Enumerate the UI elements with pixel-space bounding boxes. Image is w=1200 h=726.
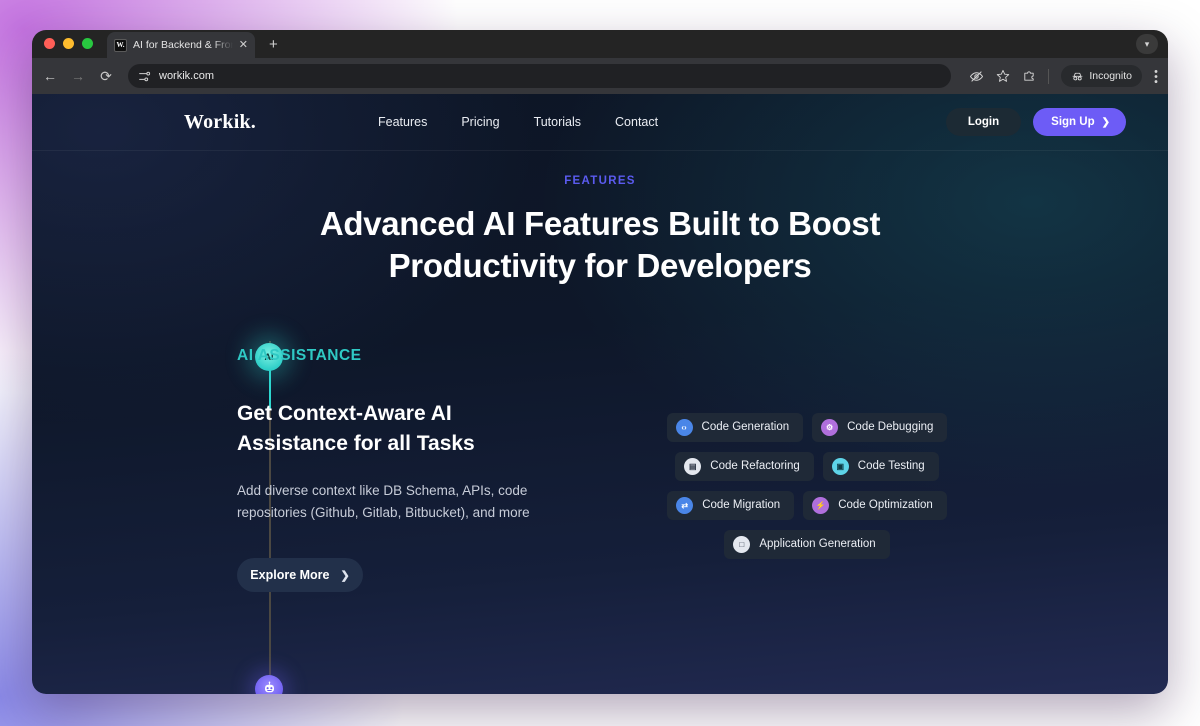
page-title: Advanced AI Features Built to Boost Prod… <box>32 203 1168 287</box>
pill-code-optimization[interactable]: ⚡ Code Optimization <box>803 490 947 520</box>
incognito-indicator[interactable]: Incognito <box>1061 65 1142 87</box>
feature-pill-row: ▤ Code Refactoring ▣ Code Testing <box>657 451 957 481</box>
tab-title: AI for Backend & Frontend Co <box>133 39 233 51</box>
site-header: Workik. Features Pricing Tutorials Conta… <box>32 94 1168 151</box>
tab-favicon-icon: W. <box>114 38 127 52</box>
pill-label: Application Generation <box>759 538 876 551</box>
pill-label: Code Generation <box>701 421 790 434</box>
site-logo[interactable]: Workik. <box>184 111 344 134</box>
nav-item-pricing[interactable]: Pricing <box>461 115 499 129</box>
pill-code-testing[interactable]: ▣ Code Testing <box>822 451 939 481</box>
back-arrow-icon[interactable]: ← <box>42 68 58 84</box>
feature-section-ai-assistance: AI AI ASSISTANCE Get Context-Aware AI As… <box>32 340 1168 694</box>
feature-title-line-2: Assistance for all Tasks <box>237 431 475 455</box>
login-button[interactable]: Login <box>945 108 1022 136</box>
forward-arrow-icon[interactable]: → <box>70 68 86 84</box>
toolbar-right-actions: Incognito <box>963 65 1158 87</box>
star-icon[interactable] <box>996 69 1010 83</box>
maximize-window-button[interactable] <box>82 37 93 49</box>
minimize-window-button[interactable] <box>63 37 74 49</box>
nav-item-contact[interactable]: Contact <box>615 115 658 129</box>
chevron-down-icon[interactable]: ▾ <box>1136 34 1158 54</box>
feature-pill-row: ⇄ Code Migration ⚡ Code Optimization <box>657 490 957 520</box>
toolbar-divider <box>1048 68 1050 84</box>
bug-gear-icon: ⚙ <box>821 418 839 436</box>
feature-pill-row: ‹› Code Generation ⚙ Code Debugging <box>657 412 957 442</box>
code-brackets-icon: ‹› <box>675 418 693 436</box>
nav-item-features[interactable]: Features <box>378 115 427 129</box>
pill-label: Code Optimization <box>838 499 933 512</box>
chevron-right-icon: ❯ <box>1101 116 1110 128</box>
incognito-hat-icon <box>1073 72 1083 80</box>
hero-title-line-2: Productivity for Developers <box>388 246 812 284</box>
feature-title-line-1: Get Context-Aware AI <box>237 401 452 425</box>
tune-icon[interactable] <box>138 70 151 83</box>
incognito-label: Incognito <box>1089 70 1132 82</box>
feature-kicker-ai-assistance: AI ASSISTANCE <box>237 346 362 364</box>
desktop-background: W. AI for Backend & Frontend Co ✕ + ▾ ← … <box>0 0 1200 726</box>
explore-more-button[interactable]: Explore More ❯ <box>237 558 363 593</box>
chevron-right-icon: ❯ <box>340 569 350 582</box>
window-traffic-lights <box>44 30 93 58</box>
app-generation-icon: □ <box>733 535 751 553</box>
feature-pill-group: ‹› Code Generation ⚙ Code Debugging ▤ Co… <box>657 412 957 592</box>
pill-code-migration[interactable]: ⇄ Code Migration <box>667 490 795 520</box>
robot-icon <box>264 681 274 693</box>
hero-eyebrow: FEATURES <box>564 175 636 187</box>
close-window-button[interactable] <box>44 37 55 49</box>
browser-toolbar: ← → ⟳ workik.com Incognito <box>32 58 1168 94</box>
pill-code-refactoring[interactable]: ▤ Code Refactoring <box>675 451 814 481</box>
eye-off-icon[interactable] <box>969 69 984 84</box>
pill-code-debugging[interactable]: ⚙ Code Debugging <box>812 412 948 442</box>
address-bar-url: workik.com <box>159 70 215 82</box>
migration-icon: ⇄ <box>676 496 694 514</box>
pill-label: Code Debugging <box>847 421 934 434</box>
pill-application-generation[interactable]: □ Application Generation <box>724 529 890 559</box>
puzzle-icon[interactable] <box>1022 69 1036 83</box>
refactor-icon: ▤ <box>684 457 702 475</box>
reload-icon[interactable]: ⟳ <box>98 68 114 85</box>
optimization-icon: ⚡ <box>812 496 830 514</box>
header-actions: Login Sign Up ❯ <box>945 108 1126 136</box>
hero-section: FEATURES Advanced AI Features Built to B… <box>32 151 1168 287</box>
signup-button-label: Sign Up <box>1051 116 1095 128</box>
hero-title-line-1: Advanced AI Features Built to Boost <box>319 205 881 242</box>
browser-tab[interactable]: W. AI for Backend & Frontend Co ✕ <box>107 32 255 58</box>
explore-more-label: Explore More <box>250 568 330 583</box>
site-navigation: Features Pricing Tutorials Contact <box>378 115 658 129</box>
browser-tab-strip: W. AI for Backend & Frontend Co ✕ + ▾ <box>32 30 1168 58</box>
browser-window: W. AI for Backend & Frontend Co ✕ + ▾ ← … <box>32 30 1168 694</box>
feature-description: Add diverse context like DB Schema, APIs… <box>237 480 547 524</box>
timeline-node-bots <box>255 674 283 694</box>
feature-description-line-2: repositories (Github, Gitlab, Bitbucket)… <box>237 505 530 521</box>
feature-title: Get Context-Aware AI Assistance for all … <box>237 399 597 459</box>
address-bar[interactable]: workik.com <box>128 64 952 88</box>
pill-label: Code Testing <box>857 460 925 473</box>
test-icon: ▣ <box>831 457 849 475</box>
signup-button[interactable]: Sign Up ❯ <box>1033 108 1126 136</box>
feature-text-column: AI ASSISTANCE Get Context-Aware AI Assis… <box>237 341 597 593</box>
pill-code-generation[interactable]: ‹› Code Generation <box>666 412 804 442</box>
nav-item-tutorials[interactable]: Tutorials <box>534 115 581 129</box>
page-content: Workik. Features Pricing Tutorials Conta… <box>32 94 1168 694</box>
feature-pill-row: □ Application Generation <box>657 529 957 559</box>
three-dot-menu-icon[interactable] <box>1154 69 1158 84</box>
pill-label: Code Refactoring <box>710 460 800 473</box>
feature-description-line-1: Add diverse context like DB Schema, APIs… <box>237 483 528 499</box>
tab-close-icon[interactable]: ✕ <box>239 39 248 51</box>
pill-label: Code Migration <box>702 499 781 512</box>
new-tab-button[interactable]: + <box>269 36 278 53</box>
